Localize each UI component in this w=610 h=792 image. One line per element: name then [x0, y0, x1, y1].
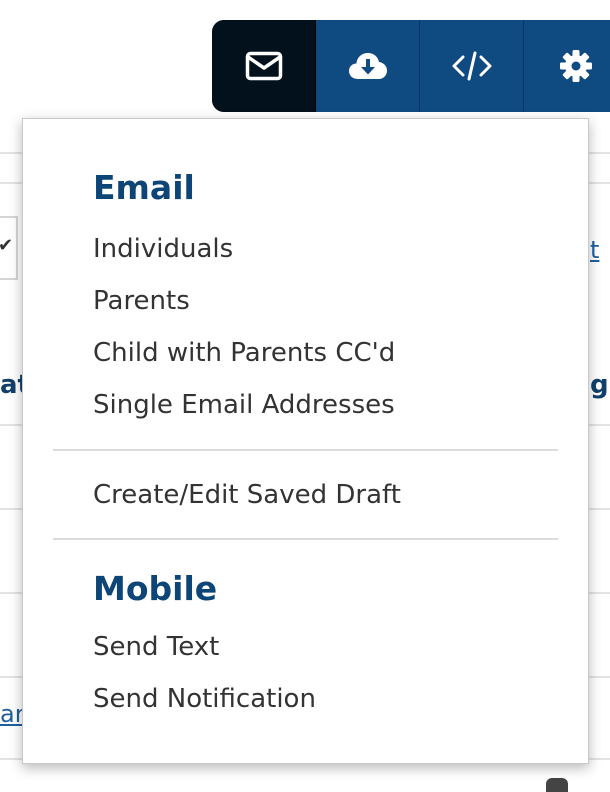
- check-icon: ✔: [0, 235, 14, 255]
- menu-item-send-notification[interactable]: Send Notification: [93, 686, 316, 712]
- menu-divider: [53, 538, 558, 540]
- bg-column-header-fragment: g: [590, 370, 609, 400]
- email-button[interactable]: [212, 20, 316, 112]
- menu-item-child-with-parents-ccd[interactable]: Child with Parents CC'd: [93, 340, 395, 366]
- bg-link-fragment[interactable]: ar: [0, 702, 25, 726]
- menu-item-send-text[interactable]: Send Text: [93, 634, 219, 660]
- menu-item-parents[interactable]: Parents: [93, 288, 190, 314]
- menu-divider: [53, 449, 558, 451]
- cloud-download-icon: [348, 53, 387, 79]
- menu-item-create-edit-saved-draft[interactable]: Create/Edit Saved Draft: [93, 482, 401, 508]
- email-section-heading: Email: [93, 168, 195, 207]
- menu-item-single-email-addresses[interactable]: Single Email Addresses: [93, 392, 395, 418]
- bg-link-fragment[interactable]: t: [590, 238, 599, 262]
- gear-icon: [559, 50, 592, 82]
- menu-item-individuals[interactable]: Individuals: [93, 236, 233, 262]
- settings-button[interactable]: [524, 20, 610, 112]
- bg-icon-fragment: [546, 778, 568, 792]
- email-dropdown-menu: Email Individuals Parents Child with Par…: [22, 118, 589, 764]
- mobile-section-heading: Mobile: [93, 569, 218, 608]
- action-toolbar: [212, 20, 610, 112]
- envelope-icon: [245, 51, 282, 81]
- code-icon: [452, 51, 491, 81]
- embed-code-button[interactable]: [420, 20, 524, 112]
- download-button[interactable]: [316, 20, 420, 112]
